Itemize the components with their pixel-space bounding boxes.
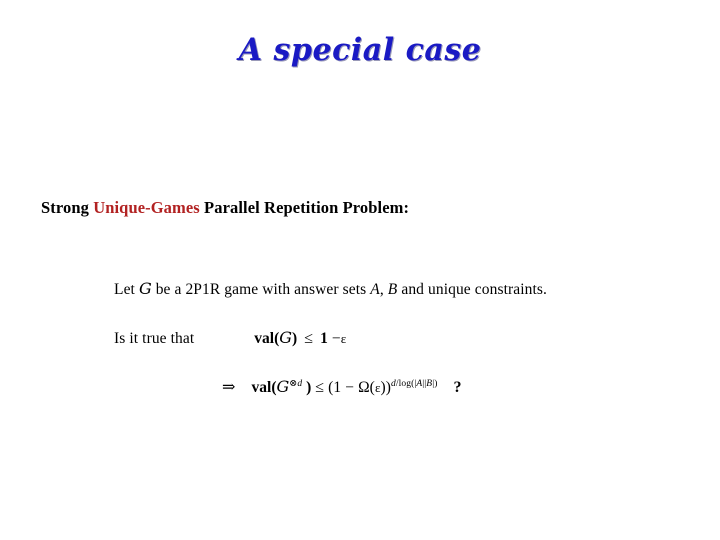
definition-mid: be a 2P1R game with answer sets xyxy=(151,281,371,298)
val-operator-1: val( xyxy=(254,330,280,347)
implies-arrow-icon: ⇒ xyxy=(222,379,236,396)
omega-symbol: Ω( xyxy=(358,379,375,396)
rhs-one: 1 xyxy=(320,330,328,347)
statement-line-conclusion: ⇒ val(G⊗d ) ≤ (1 − Ω(ε))d/log(|A||B|)? xyxy=(222,377,462,397)
game-symbol-icon: G xyxy=(138,279,152,298)
question-mark: ? xyxy=(453,379,462,396)
exponent-log: log(| xyxy=(398,378,417,389)
question-text: Is it true that xyxy=(114,330,195,347)
val-close-paren-2: ) xyxy=(302,379,312,396)
statement-line-definition: Let G be a 2P1R game with answer sets A,… xyxy=(114,279,547,299)
epsilon-symbol-1: ε xyxy=(340,331,347,346)
val-operator-2: val( xyxy=(251,379,277,396)
problem-heading: Strong Unique-Games Parallel Repetition … xyxy=(41,198,409,218)
answer-set-b: B xyxy=(387,281,398,298)
game-symbol-icon: G xyxy=(279,328,293,347)
leq-relation-1: ≤ xyxy=(304,330,314,347)
rhs-exponent: d/log(|A||B|) xyxy=(391,379,437,389)
slide-canvas: A special case Strong Unique-Games Paral… xyxy=(0,0,720,540)
heading-suffix: Parallel Repetition Problem: xyxy=(199,198,410,217)
page-title: A special case xyxy=(238,32,482,68)
statement-line-question: Is it true that val(G) ≤1 −ε xyxy=(114,328,346,348)
slide-title-container: A special case xyxy=(0,32,720,69)
exponent-end: |) xyxy=(432,378,438,389)
val-close-paren-1: ) xyxy=(292,330,298,347)
heading-prefix: Strong xyxy=(41,198,94,217)
minus-sign-1: − xyxy=(331,330,341,347)
answer-set-a: A xyxy=(370,281,380,298)
heading-highlight-unique-games: Unique-Games xyxy=(93,198,200,217)
minus-sign-2: − xyxy=(345,379,355,396)
game-symbol-icon: G xyxy=(276,377,290,396)
leq-relation-2: ≤ xyxy=(315,379,325,396)
omega-close-parens: )) xyxy=(380,379,392,396)
tensor-power-superscript: ⊗d xyxy=(289,379,302,389)
rhs-open-paren: (1 xyxy=(328,379,346,396)
definition-comma: , xyxy=(379,281,388,298)
definition-suffix: and unique constraints. xyxy=(397,281,547,298)
definition-prefix: Let xyxy=(114,281,139,298)
